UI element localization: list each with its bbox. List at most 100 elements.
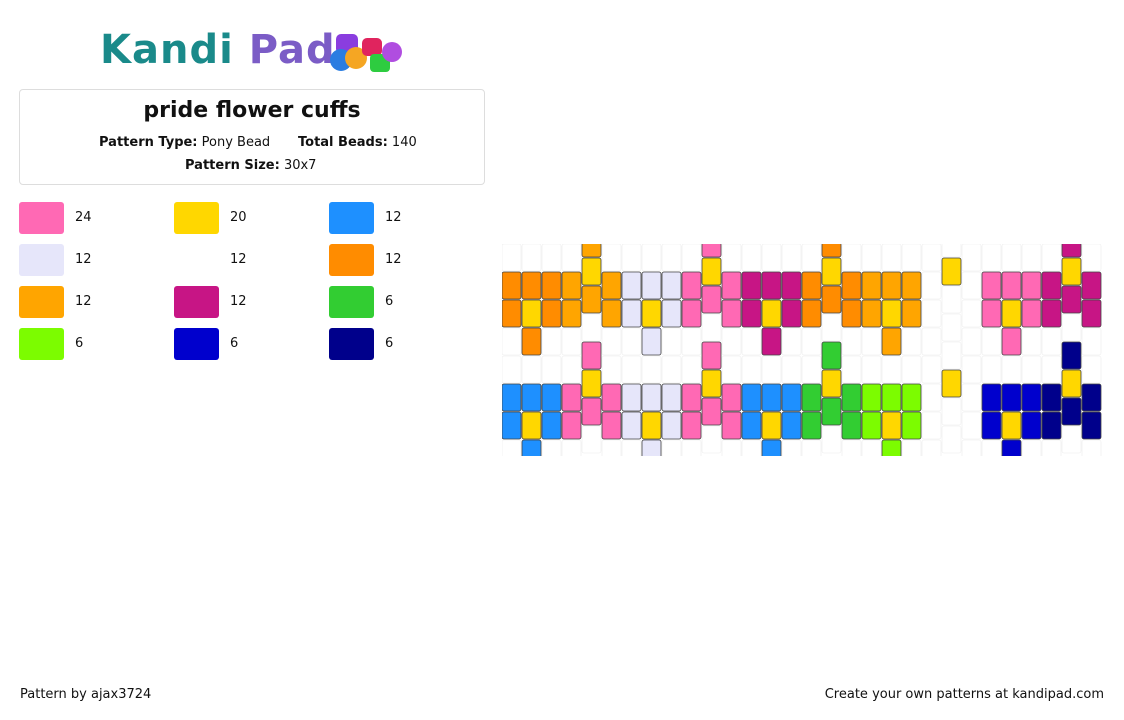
- petal-bead: [981, 271, 1002, 300]
- pattern-size-label: Pattern Size:: [185, 158, 280, 173]
- petal-bead: [621, 271, 642, 300]
- empty-bead: [1041, 244, 1062, 272]
- empty-bead: [921, 271, 942, 300]
- petal-bead: [981, 411, 1002, 440]
- empty-bead: [661, 355, 682, 384]
- petal-bead: [861, 271, 882, 300]
- empty-bead: [981, 355, 1002, 384]
- empty-bead: [941, 425, 962, 454]
- flower-center-bead: [821, 369, 842, 398]
- swatch-color-box: [174, 286, 219, 318]
- swatch-count: 12: [230, 252, 247, 267]
- empty-bead: [681, 439, 702, 456]
- petal-bead: [661, 271, 682, 300]
- flower-center-bead: [1061, 257, 1082, 286]
- empty-bead: [941, 313, 962, 342]
- empty-bead: [601, 355, 622, 384]
- empty-bead: [1081, 327, 1102, 356]
- petal-bead: [561, 299, 582, 328]
- flower-center-bead: [521, 299, 542, 328]
- empty-bead: [541, 355, 562, 384]
- petal-bead: [521, 383, 542, 412]
- pattern-type-label: Pattern Type:: [99, 135, 198, 150]
- flower-center-bead: [941, 369, 962, 398]
- petal-bead: [1061, 341, 1082, 370]
- swatch-color-box: [329, 244, 374, 276]
- empty-bead: [961, 439, 982, 456]
- empty-bead: [1021, 327, 1042, 356]
- flower-center-bead: [1001, 411, 1022, 440]
- empty-bead: [781, 327, 802, 356]
- empty-bead: [621, 327, 642, 356]
- petal-bead: [561, 271, 582, 300]
- flower-center-bead: [521, 411, 542, 440]
- empty-bead: [541, 439, 562, 456]
- petal-bead: [601, 411, 622, 440]
- empty-bead: [621, 355, 642, 384]
- flower-center-bead: [761, 299, 782, 328]
- empty-bead: [921, 383, 942, 412]
- swatch-color-box: [19, 286, 64, 318]
- petal-bead: [1021, 383, 1042, 412]
- empty-bead: [621, 244, 642, 272]
- petal-bead: [1041, 411, 1062, 440]
- empty-bead: [961, 299, 982, 328]
- petal-bead: [641, 271, 662, 300]
- empty-bead: [721, 355, 742, 384]
- empty-bead: [841, 439, 862, 456]
- petal-bead: [721, 383, 742, 412]
- empty-bead: [921, 299, 942, 328]
- empty-bead: [561, 355, 582, 384]
- empty-bead: [661, 327, 682, 356]
- swatch-color-box: [174, 244, 219, 276]
- petal-bead: [681, 383, 702, 412]
- petal-bead: [541, 299, 562, 328]
- empty-bead: [801, 439, 822, 456]
- kandipad-link[interactable]: Create your own patterns at kandipad.com: [825, 687, 1104, 702]
- petal-bead: [801, 271, 822, 300]
- swatch-count: 12: [385, 210, 402, 225]
- flower-center-bead: [1061, 369, 1082, 398]
- petal-bead: [661, 299, 682, 328]
- empty-bead: [761, 355, 782, 384]
- empty-bead: [941, 285, 962, 314]
- petal-bead: [661, 383, 682, 412]
- petal-bead: [901, 299, 922, 328]
- petal-bead: [1021, 299, 1042, 328]
- empty-bead: [781, 439, 802, 456]
- petal-bead: [1001, 383, 1022, 412]
- empty-bead: [1021, 355, 1042, 384]
- empty-bead: [1021, 439, 1042, 456]
- petal-bead: [741, 411, 762, 440]
- petal-bead: [581, 244, 602, 258]
- petal-bead: [901, 383, 922, 412]
- total-beads-label: Total Beads:: [298, 135, 388, 150]
- kandipad-logo[interactable]: Kandi Pad: [100, 26, 410, 76]
- empty-bead: [1081, 244, 1102, 272]
- flower-center-bead: [881, 411, 902, 440]
- empty-bead: [901, 355, 922, 384]
- petal-bead: [502, 271, 522, 300]
- flower-center-bead: [581, 257, 602, 286]
- empty-bead: [981, 327, 1002, 356]
- petal-bead: [641, 327, 662, 356]
- petal-bead: [1081, 383, 1102, 412]
- empty-bead: [961, 411, 982, 440]
- empty-bead: [801, 327, 822, 356]
- petal-bead: [761, 327, 782, 356]
- empty-bead: [1081, 439, 1102, 456]
- swatch-count: 12: [75, 294, 92, 309]
- petal-bead: [1061, 244, 1082, 258]
- pattern-author: Pattern by ajax3724: [20, 687, 152, 702]
- petal-bead: [581, 341, 602, 370]
- empty-bead: [881, 355, 902, 384]
- petal-bead: [821, 244, 842, 258]
- petal-bead: [781, 299, 802, 328]
- petal-bead: [861, 383, 882, 412]
- empty-bead: [741, 327, 762, 356]
- flower-center-bead: [881, 299, 902, 328]
- flower-center-bead: [581, 369, 602, 398]
- empty-bead: [502, 439, 522, 456]
- petal-bead: [641, 439, 662, 456]
- petal-bead: [502, 383, 522, 412]
